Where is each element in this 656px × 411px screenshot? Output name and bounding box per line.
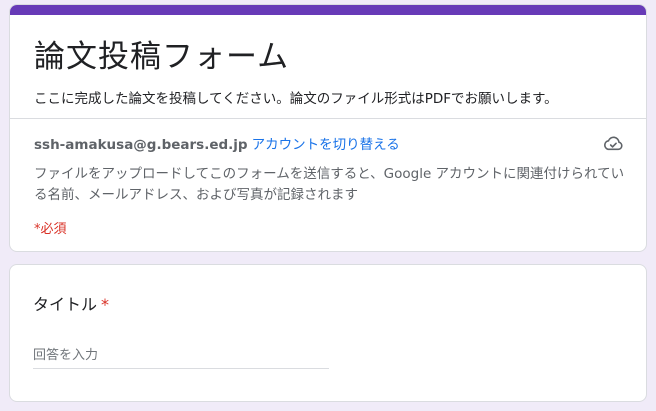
form-header-card: 論文投稿フォーム ここに完成した論文を投稿してください。論文のファイル形式はPD… [9, 4, 647, 252]
account-email: ssh-amakusa@g.bears.ed.jp [34, 137, 248, 153]
question-label: タイトル [33, 295, 98, 314]
question-title: タイトル * [33, 291, 109, 315]
required-note: *必須 [34, 222, 67, 237]
account-row: ssh-amakusa@g.bears.ed.jp アカウントを切り替える [34, 133, 624, 155]
switch-account-link[interactable]: アカウントを切り替える [252, 137, 400, 153]
question-card-title: タイトル * [9, 264, 647, 402]
form-description: ここに完成した論文を投稿してください。論文のファイル形式はPDFでお願いします。 [34, 91, 558, 107]
required-asterisk: * [101, 295, 110, 314]
answer-input[interactable] [33, 343, 329, 369]
cloud-check-icon[interactable] [602, 134, 624, 152]
form-title: 論文投稿フォーム [34, 39, 290, 75]
accent-bar [10, 5, 646, 15]
header-divider [10, 118, 646, 119]
account-notice: ファイルをアップロードしてこのフォームを送信すると、Google アカウントに関… [34, 166, 625, 203]
